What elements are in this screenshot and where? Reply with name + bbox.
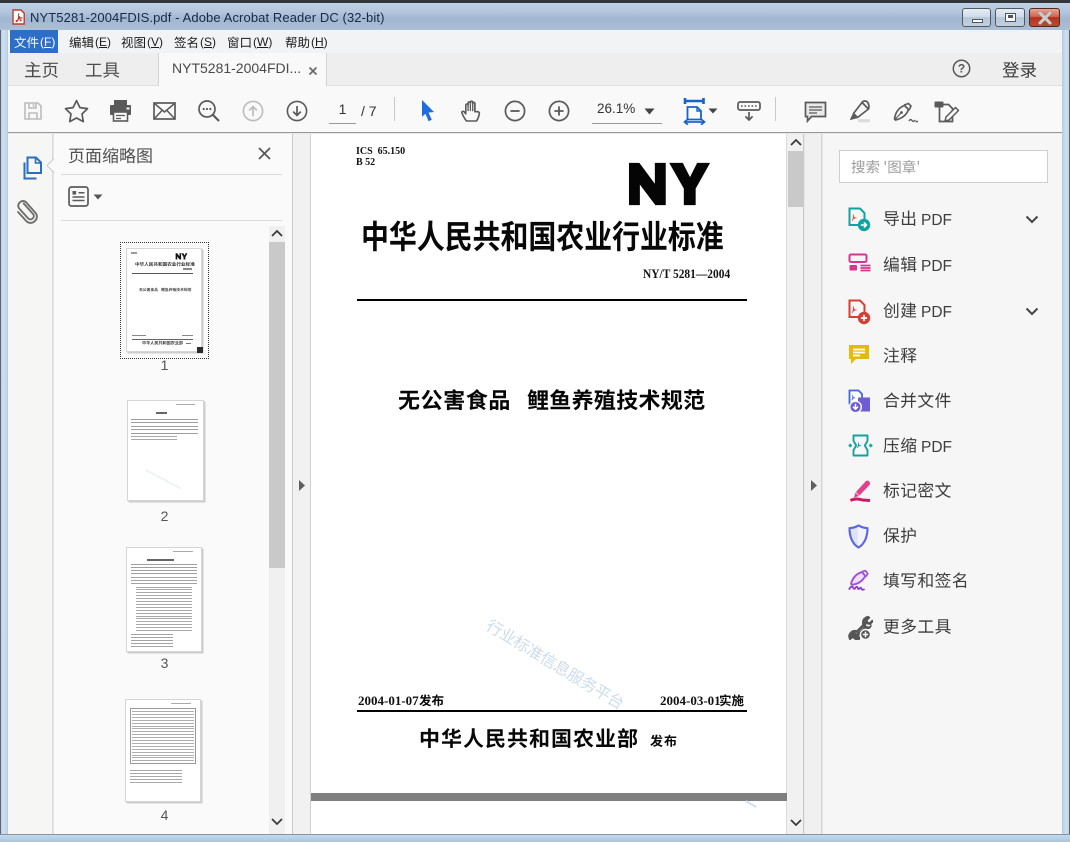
svg-text:?: ? bbox=[958, 62, 965, 76]
